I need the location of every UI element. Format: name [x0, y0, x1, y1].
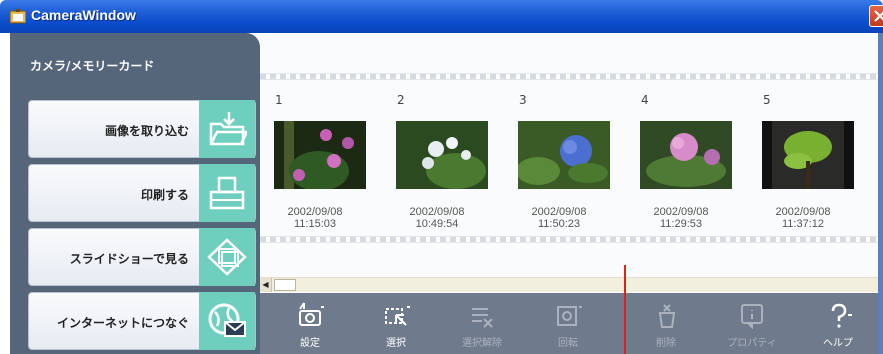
deselect-button[interactable]: 選択解除: [446, 293, 518, 354]
help-label: ヘルプ: [823, 338, 853, 349]
toolbar: 設定 選択 選択解除 回転 削除 プロパティ ヘルプ: [260, 293, 883, 354]
film-strip-bottom: [260, 236, 883, 243]
camera-window-app-icon: [10, 9, 26, 24]
settings-button[interactable]: 設定: [274, 293, 346, 354]
help-question-icon: [831, 303, 852, 328]
help-button[interactable]: ヘルプ: [802, 293, 874, 354]
thumbnail-date: 2002/09/08: [775, 206, 831, 218]
delete-trash-icon: [658, 304, 676, 328]
photo-thumbnail[interactable]: [640, 121, 732, 189]
delete-label: 削除: [656, 338, 676, 349]
internet-mail-icon: [199, 292, 255, 350]
photo-thumbnail[interactable]: [396, 121, 488, 189]
thumbnail-number: 1: [275, 93, 283, 107]
thumbnail-number: 3: [519, 93, 527, 107]
settings-camera-icon: [299, 302, 324, 326]
deselect-icon: [472, 308, 493, 328]
scroll-left-arrow-icon[interactable]: ◀: [260, 278, 272, 292]
film-strip-top: [260, 73, 883, 80]
select-label: 選択: [386, 338, 406, 349]
photo-thumbnail[interactable]: [762, 121, 854, 189]
rotate-button[interactable]: 回転: [532, 293, 604, 354]
close-button[interactable]: [869, 5, 883, 27]
photo-thumbnail[interactable]: [518, 121, 610, 189]
sidebar-item-label: 画像を取り込む: [104, 124, 189, 138]
sidebar-item-print[interactable]: 印刷する: [28, 164, 256, 222]
thumbnail-time: 11:50:23: [537, 218, 580, 230]
thumbnail-time: 11:37:12: [781, 218, 824, 230]
photo-thumbnail[interactable]: [274, 121, 366, 189]
thumbnail-date: 2002/09/08: [287, 206, 343, 218]
properties-label: プロパティ: [727, 338, 777, 349]
deselect-label: 選択解除: [462, 338, 502, 349]
slideshow-icon: [199, 228, 255, 286]
thumbnail-date: 2002/09/08: [531, 206, 587, 218]
thumbnail-number: 2: [397, 93, 405, 107]
thumbnail-date: 2002/09/08: [409, 206, 465, 218]
select-icon: [385, 306, 410, 326]
thumbnail-time: 10:49:54: [415, 218, 459, 230]
scrollbar-thumb[interactable]: [274, 279, 296, 291]
window-right-edge: [878, 33, 883, 354]
sidebar-item-import[interactable]: 画像を取り込む: [28, 100, 256, 158]
sidebar-item-label: 印刷する: [140, 188, 189, 202]
select-button[interactable]: 選択: [360, 293, 432, 354]
thumbnail-time: 11:15:03: [293, 218, 336, 230]
thumbnail-number: 4: [641, 93, 649, 107]
sidebar-item-internet[interactable]: インターネットにつなぐ: [28, 292, 256, 350]
info-icon: [741, 304, 763, 330]
sidebar-header: カメラ/メモリーカード: [30, 59, 155, 73]
rotate-label: 回転: [558, 338, 578, 349]
red-divider-line: [624, 265, 626, 354]
settings-label: 設定: [300, 338, 320, 349]
sidebar-item-label: インターネットにつなぐ: [56, 316, 189, 330]
close-icon: [874, 10, 883, 22]
print-icon: [199, 164, 255, 222]
title-bar: CameraWindow: [0, 0, 883, 33]
horizontal-scrollbar[interactable]: ◀: [260, 277, 883, 292]
sidebar-item-label: スライドショーで見る: [69, 252, 189, 266]
sidebar-item-slideshow[interactable]: スライドショーで見る: [28, 228, 256, 286]
thumbnail-number: 5: [763, 93, 771, 107]
window-title: CameraWindow: [31, 7, 136, 23]
thumbnail-time: 11:29:53: [659, 218, 702, 230]
folder-import-icon: [199, 100, 255, 158]
properties-button[interactable]: プロパティ: [716, 293, 788, 354]
thumbnail-area: 1 2002/09/08 11:15:03 2 2002/09/08 10:49…: [260, 33, 883, 354]
delete-button[interactable]: 削除: [630, 293, 702, 354]
thumbnail-date: 2002/09/08: [653, 206, 709, 218]
rotate-icon: [557, 306, 582, 326]
